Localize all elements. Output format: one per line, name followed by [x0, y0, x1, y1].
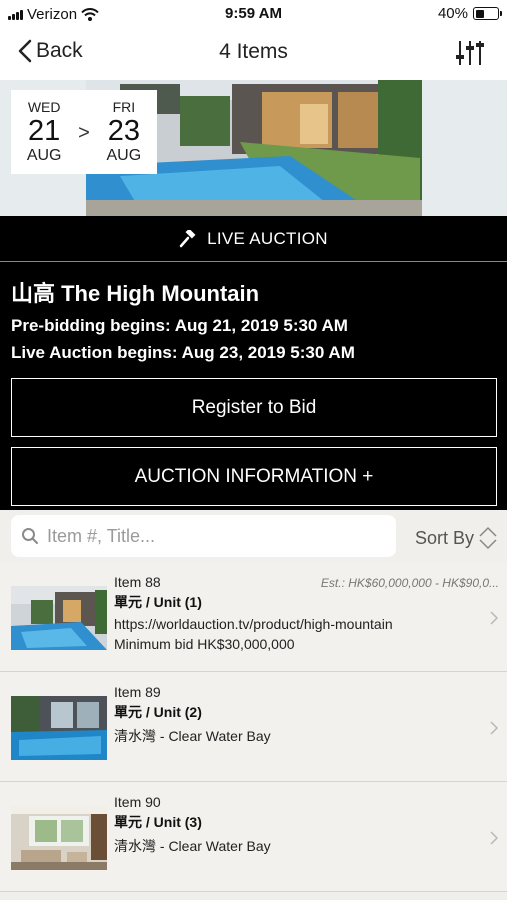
end-month: AUG: [106, 147, 142, 164]
end-day: 23: [107, 115, 140, 147]
status-bar: Verizon 9:59 AM 40%: [0, 0, 507, 28]
item-unit: 單元 / Unit (1): [114, 594, 202, 610]
battery-percent: 40%: [437, 5, 468, 22]
item-unit: 單元 / Unit (3): [114, 814, 202, 830]
prebid-date: Pre-bidding begins: Aug 21, 2019 5:30 AM: [11, 316, 348, 335]
list-item[interactable]: Item 89 單元 / Unit (2) 清水灣 - Clear Water …: [0, 672, 507, 782]
live-auction-badge: LIVE AUCTION: [0, 216, 507, 262]
item-number: Item 89: [114, 684, 161, 700]
list-item[interactable]: Item 90 單元 / Unit (3) 清水灣 - Clear Water …: [0, 782, 507, 892]
sort-arrows-icon: [479, 526, 497, 550]
end-dow: FRI: [112, 99, 136, 115]
date-range: WED 21 AUG > FRI 23 AUG: [11, 90, 157, 174]
item-location: https://worldauction.tv/product/high-mou…: [114, 616, 393, 632]
item-thumbnail: [11, 586, 107, 650]
page-title: 4 Items: [219, 40, 288, 63]
live-date: Live Auction begins: Aug 23, 2019 5:30 A…: [11, 343, 355, 362]
auction-panel: LIVE AUCTION 山高 The High Mountain Pre-bi…: [0, 216, 507, 510]
sort-button[interactable]: Sort By: [415, 526, 498, 550]
item-location: 清水灣 - Clear Water Bay: [114, 838, 271, 854]
date-separator: >: [78, 121, 90, 144]
search-input[interactable]: [47, 525, 377, 547]
item-location: 清水灣 - Clear Water Bay: [114, 728, 271, 744]
sort-label: Sort By: [414, 527, 474, 548]
item-details: Item 89 單元 / Unit (2) 清水灣 - Clear Water …: [114, 684, 504, 746]
search-icon: [22, 528, 38, 544]
auction-title: 山高 The High Mountain: [11, 281, 260, 306]
search-box[interactable]: [11, 515, 396, 557]
item-unit: 單元 / Unit (2): [114, 704, 202, 720]
auction-info-button[interactable]: AUCTION INFORMATION +: [11, 447, 497, 506]
nav-bar: Back 4 Items: [0, 28, 507, 80]
item-min-bid: Minimum bid HK$30,000,000: [114, 636, 295, 652]
battery-icon: [473, 7, 502, 20]
chevron-right-icon: [490, 721, 499, 735]
register-button[interactable]: Register to Bid: [11, 378, 497, 437]
end-date: FRI 23 AUG: [94, 99, 154, 165]
list-item[interactable]: Item 88 單元 / Unit (1) https://worldaucti…: [0, 562, 507, 672]
sliders-icon[interactable]: [455, 39, 485, 67]
clock: 9:59 AM: [225, 5, 282, 22]
chevron-right-icon: [490, 611, 499, 625]
chevron-right-icon: [490, 831, 499, 845]
search-bar: Sort By: [0, 510, 507, 562]
item-number: Item 90: [114, 794, 161, 810]
start-date: WED 21 AUG: [14, 99, 74, 165]
item-estimate: Est.: HK$60,000,000 - HK$90,0...: [320, 576, 499, 590]
hero-image: WED 21 AUG > FRI 23 AUG: [0, 80, 507, 216]
start-month: AUG: [26, 147, 62, 164]
item-details: Item 90 單元 / Unit (3) 清水灣 - Clear Water …: [114, 794, 504, 856]
item-thumbnail: [11, 696, 107, 760]
battery-status: 40%: [437, 5, 502, 22]
item-list: Item 88 單元 / Unit (1) https://worldaucti…: [0, 562, 507, 892]
start-day: 21: [28, 115, 61, 147]
start-dow: WED: [27, 99, 61, 115]
live-auction-label: LIVE AUCTION: [207, 228, 328, 248]
item-thumbnail: [11, 806, 107, 870]
gavel-icon: [179, 229, 196, 247]
